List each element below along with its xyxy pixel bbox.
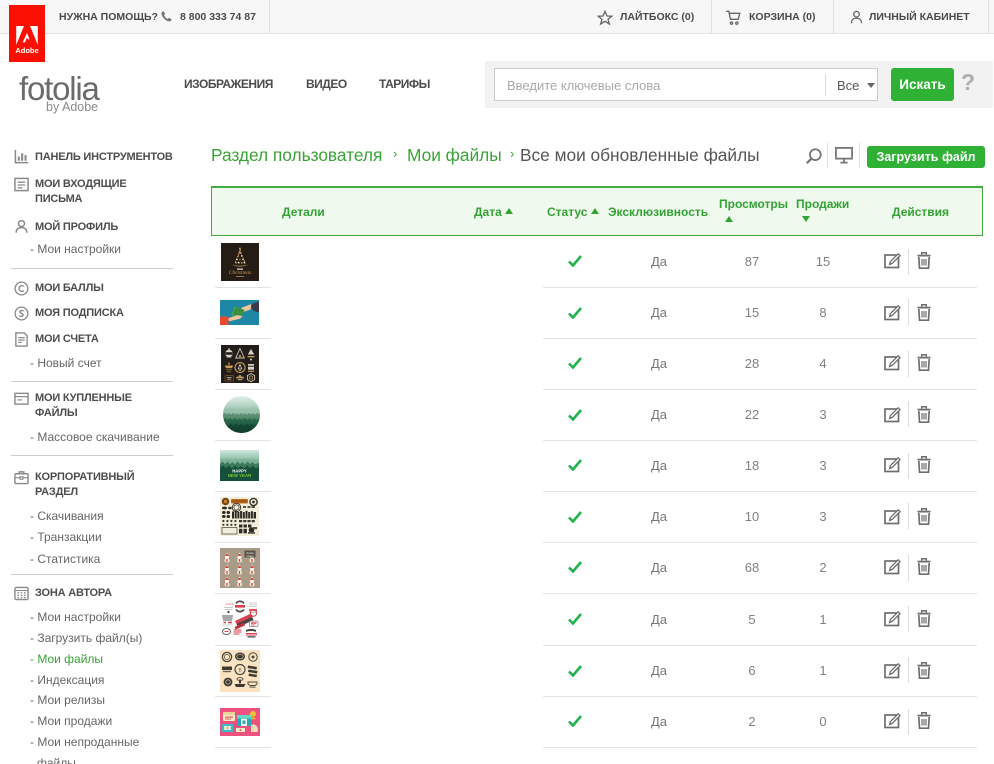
svg-text:NEW YEAR: NEW YEAR bbox=[228, 473, 252, 478]
svg-text:Lovely: Lovely bbox=[225, 602, 235, 606]
svg-text:Claus: Claus bbox=[246, 554, 254, 558]
svg-text:Christmas: Christmas bbox=[229, 270, 252, 276]
